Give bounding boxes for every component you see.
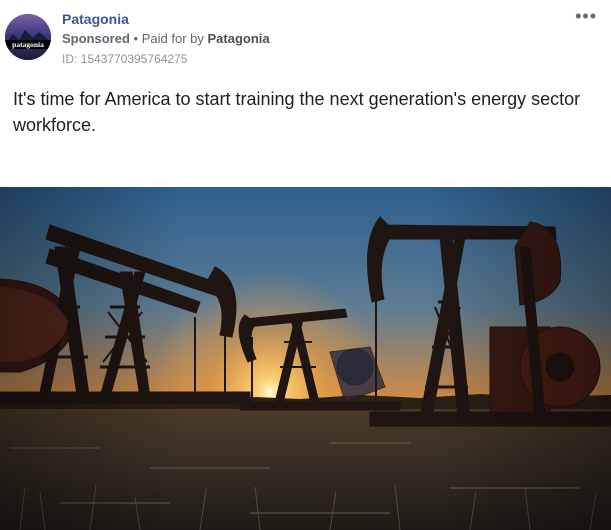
post-image[interactable] — [0, 187, 611, 530]
paid-by-name: Patagonia — [207, 31, 270, 46]
sponsored-line: Sponsored • Paid for by Patagonia — [62, 31, 270, 46]
post-text: It's time for America to start training … — [13, 89, 581, 135]
more-options-button[interactable]: ••• — [575, 6, 597, 27]
oil-pumpjacks-sunset-image — [0, 187, 611, 530]
ad-id: ID: 1543770395764275 — [62, 52, 188, 66]
patagonia-logo-icon: patagonia — [5, 14, 51, 60]
sponsored-label[interactable]: Sponsored — [62, 31, 130, 46]
page-avatar[interactable]: patagonia — [5, 14, 51, 60]
avatar-logo-text: patagonia — [12, 40, 44, 49]
separator-dot: • — [133, 31, 139, 46]
page-name-link[interactable]: Patagonia — [62, 11, 129, 27]
paid-for-prefix: Paid for by — [141, 31, 204, 46]
sponsored-post: patagonia Patagonia Sponsored • Paid for… — [0, 0, 611, 530]
